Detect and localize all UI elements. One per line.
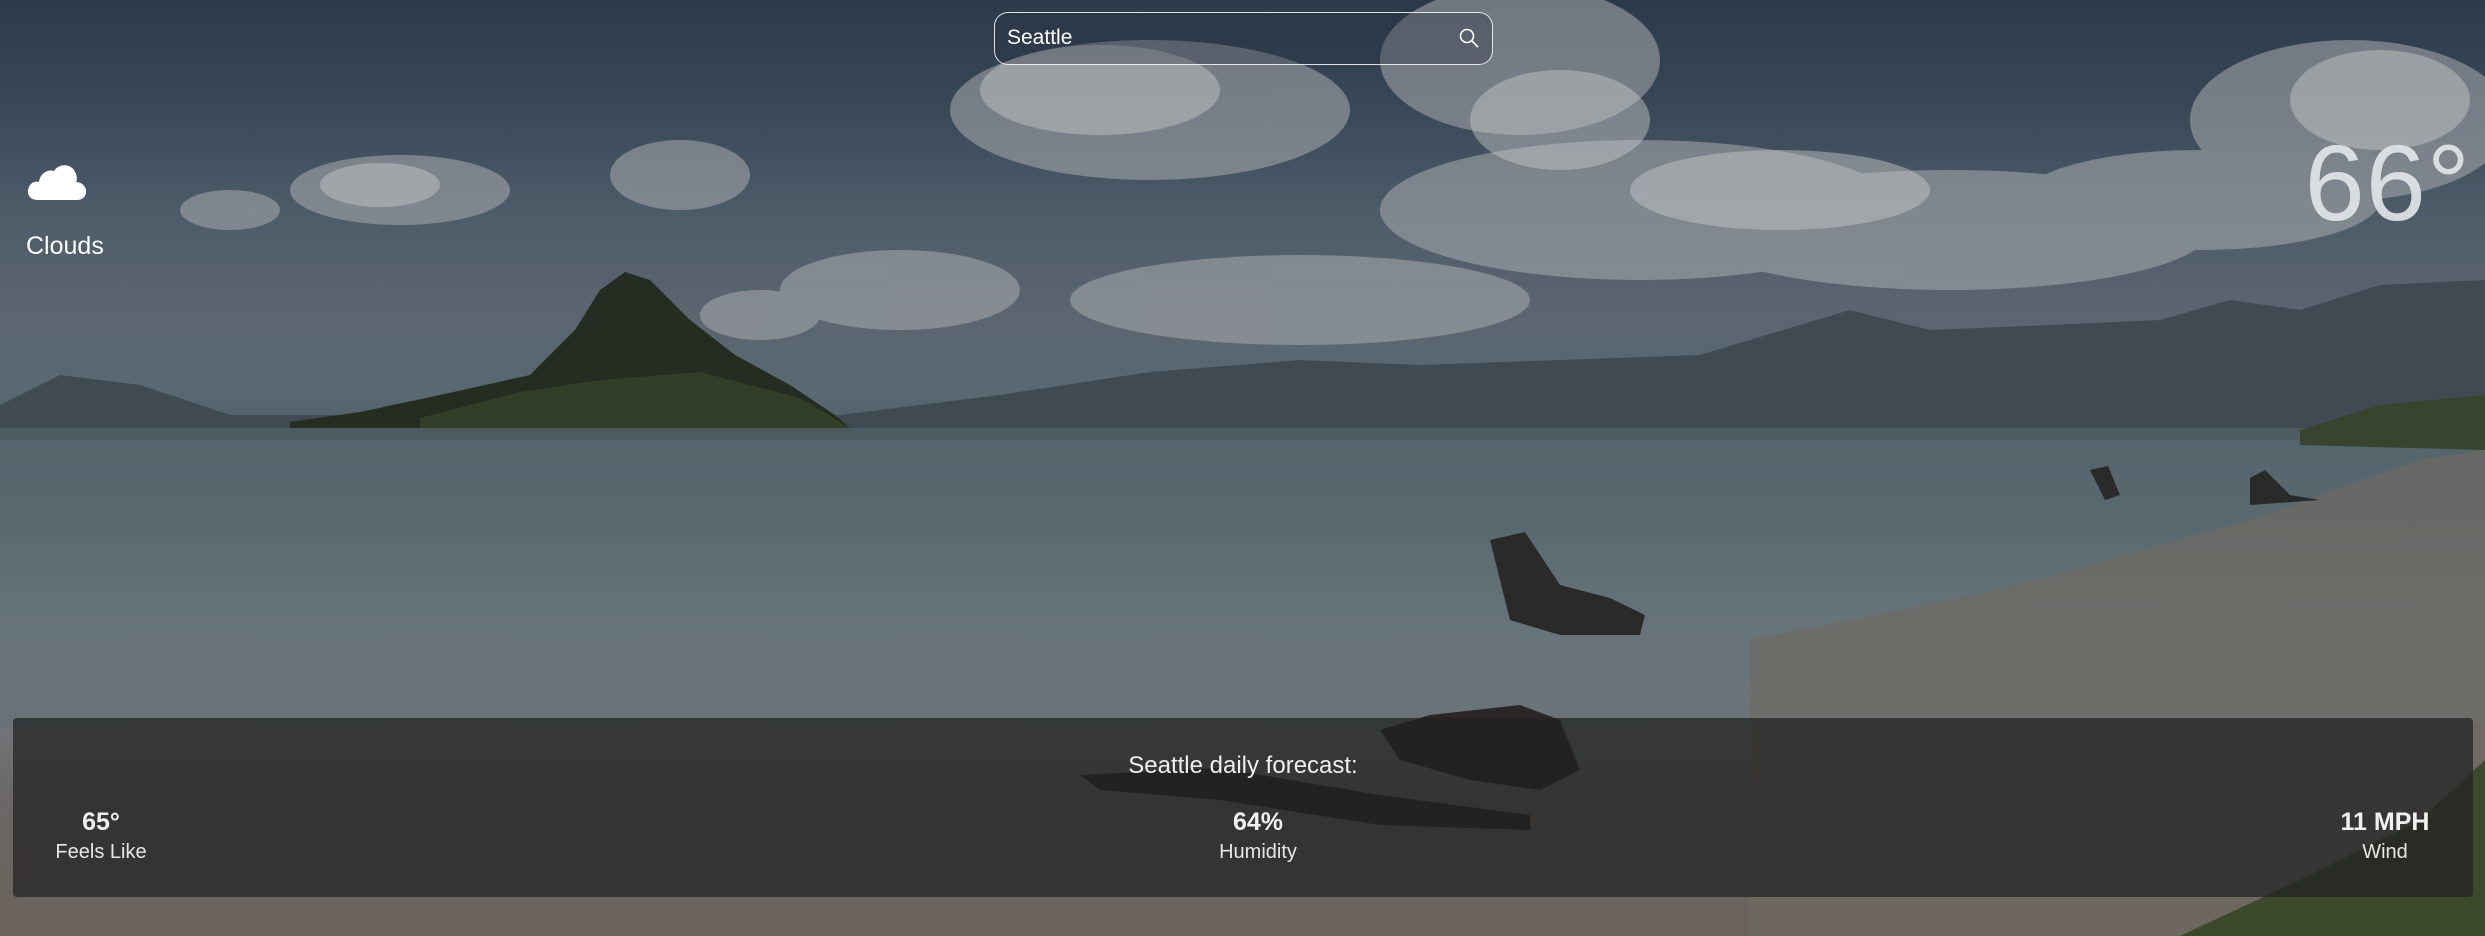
weather-app: Clouds 66° Seattle daily forecast: 65° F… bbox=[0, 0, 2485, 936]
search-input[interactable] bbox=[1007, 13, 1447, 63]
feels-like-stat: 65° Feels Like bbox=[43, 806, 159, 866]
humidity-label: Humidity bbox=[1219, 841, 1297, 863]
humidity-value: 64% bbox=[1232, 808, 1284, 836]
search-icon[interactable] bbox=[1458, 27, 1480, 49]
wind-stat: 11 MPH Wind bbox=[2315, 806, 2455, 866]
wind-value: 11 MPH bbox=[2340, 808, 2430, 836]
cloud-icon bbox=[27, 165, 87, 200]
forecast-title: Seattle daily forecast: bbox=[1128, 752, 1358, 779]
wind-label: Wind bbox=[2362, 841, 2408, 863]
current-temperature: 66° bbox=[2304, 122, 2471, 243]
weather-condition: Clouds bbox=[26, 232, 104, 260]
feels-like-label: Feels Like bbox=[55, 841, 147, 863]
daily-forecast-panel: Seattle daily forecast: 65° Feels Like 6… bbox=[13, 718, 2473, 897]
humidity-stat: 64% Humidity bbox=[1183, 806, 1333, 866]
search-bar bbox=[994, 12, 1493, 65]
feels-like-value: 65° bbox=[82, 808, 120, 836]
